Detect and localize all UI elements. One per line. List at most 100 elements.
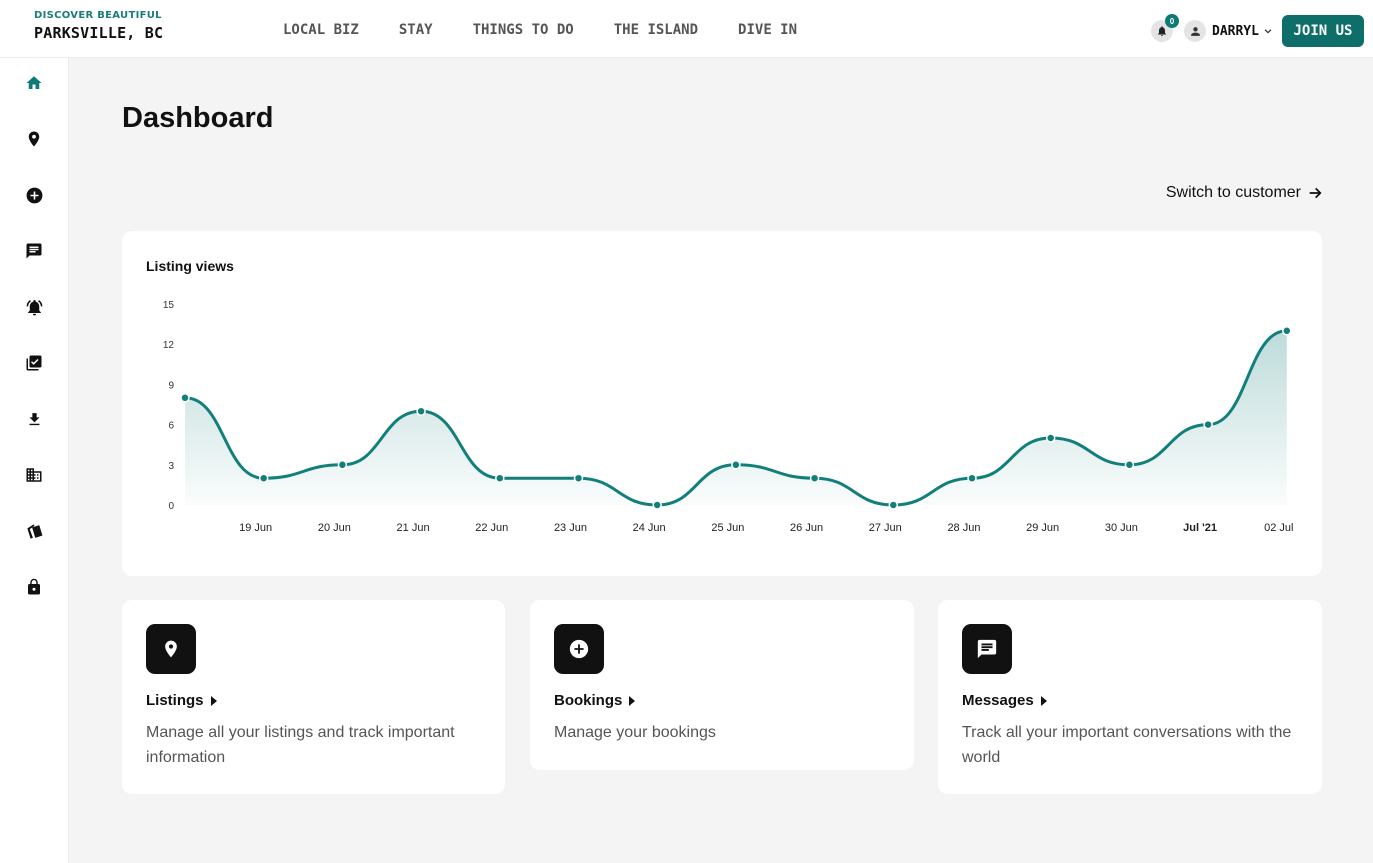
nav-things-to-do[interactable]: THINGS TO DO xyxy=(473,22,574,38)
sidebar-item-downloads[interactable] xyxy=(22,407,46,431)
x-tick-label: 30 Jun xyxy=(1105,522,1138,534)
lock-icon xyxy=(28,578,40,595)
listings-card-title[interactable]: Listings xyxy=(146,692,218,709)
chart-data-point[interactable] xyxy=(1203,419,1213,430)
listings-card-description: Manage all your listings and track impor… xyxy=(146,724,455,766)
y-tick-label: 0 xyxy=(168,501,174,512)
chart-data-point[interactable] xyxy=(809,473,820,483)
nav-the-island[interactable]: THE ISLAND xyxy=(614,22,698,38)
x-tick-label: 27 Jun xyxy=(869,522,902,534)
brand-name: PARKSVILLE, BC xyxy=(34,24,164,42)
x-tick-label: 25 Jun xyxy=(711,522,744,534)
chart-data-point[interactable] xyxy=(1045,433,1056,443)
avatar xyxy=(1184,20,1206,42)
chart-data-point[interactable] xyxy=(337,460,348,470)
x-tick-label: 02 Jul xyxy=(1264,522,1293,534)
chart-data-point[interactable] xyxy=(180,393,190,403)
x-tick-label: Jul '21 xyxy=(1183,522,1217,534)
building-icon xyxy=(26,468,42,482)
sidebar-item-tasks[interactable] xyxy=(22,351,46,375)
join-button[interactable]: JOIN US xyxy=(1282,15,1364,47)
switch-to-customer-label: Switch to customer xyxy=(1165,184,1301,201)
tickets-icon xyxy=(26,523,42,539)
chevron-down-icon xyxy=(1263,26,1273,36)
sidebar-item-alerts[interactable] xyxy=(22,295,46,319)
messages-card-title[interactable]: Messages xyxy=(962,692,1048,709)
brand-tagline: DISCOVER BEAUTIFUL xyxy=(34,10,162,21)
chart-data-point[interactable] xyxy=(1282,326,1292,336)
chart-data-point[interactable] xyxy=(731,460,741,470)
page-title: Dashboard xyxy=(122,102,274,134)
x-tick-label: 21 Jun xyxy=(397,522,430,534)
chart-data-point[interactable] xyxy=(573,473,584,483)
sidebar xyxy=(0,58,69,863)
sidebar-item-tickets[interactable] xyxy=(22,519,46,543)
sidebar-item-bookings[interactable] xyxy=(22,183,46,207)
bookings-card-title[interactable]: Bookings xyxy=(554,692,636,709)
messages-card[interactable]: Messages Track all your important conver… xyxy=(938,600,1322,794)
x-tick-label: 19 Jun xyxy=(239,522,272,534)
sidebar-item-business[interactable] xyxy=(22,463,46,487)
chat-icon xyxy=(977,639,997,659)
bell-icon xyxy=(1158,26,1166,36)
main-nav: LOCAL BIZ STAY THINGS TO DO THE ISLAND D… xyxy=(283,22,837,38)
bookings-card-title-text: Bookings xyxy=(554,692,623,709)
y-tick-label: 3 xyxy=(168,461,174,472)
listings-card-icon xyxy=(146,624,196,674)
download-icon xyxy=(29,412,39,425)
notification-count-badge: 0 xyxy=(1165,14,1179,28)
caret-right-icon xyxy=(629,695,636,706)
brand-logo[interactable]: DISCOVER BEAUTIFUL PARKSVILLE, BC xyxy=(34,10,163,42)
bookings-card[interactable]: Bookings Manage your bookings xyxy=(530,600,914,770)
sidebar-item-messages[interactable] xyxy=(22,239,46,263)
chart-data-point[interactable] xyxy=(495,473,505,483)
bookings-card-icon xyxy=(554,624,604,674)
sidebar-item-security[interactable] xyxy=(22,575,46,599)
listings-card-title-text: Listings xyxy=(146,692,204,709)
notifications-button[interactable]: 0 xyxy=(1151,14,1179,42)
messages-card-icon xyxy=(962,624,1012,674)
sidebar-item-home[interactable] xyxy=(22,71,46,95)
bookings-card-description: Manage your bookings xyxy=(554,724,716,741)
chart-data-point[interactable] xyxy=(888,500,899,510)
chart-data-point[interactable] xyxy=(652,500,662,510)
listing-views-chart: 0 3 6 9 12 15 19 Jun 20 Jun 21 Jun 22 Jun 23 Jun 24… xyxy=(163,300,1294,534)
x-tick-label: 29 Jun xyxy=(1026,522,1059,534)
chart-data-point[interactable] xyxy=(1124,460,1135,470)
y-tick-label: 12 xyxy=(163,340,175,351)
person-icon xyxy=(1190,26,1200,36)
listing-views-chart-card: Listing views 0 3 6 9 12 15 19 Jun 20 Jun 21 Jun… xyxy=(122,231,1322,576)
listings-card[interactable]: Listings Manage all your listings and tr… xyxy=(122,600,505,794)
user-menu[interactable]: DARRYL xyxy=(1184,20,1273,42)
map-pin-icon xyxy=(165,640,177,658)
y-tick-label: 9 xyxy=(168,380,174,391)
messages-card-description: Track all your important conversations w… xyxy=(962,724,1292,766)
add-circle-icon xyxy=(26,187,42,203)
messages-card-title-text: Messages xyxy=(962,692,1034,709)
arrow-right-icon xyxy=(1309,187,1322,199)
caret-right-icon xyxy=(1040,695,1047,706)
chart-data-point[interactable] xyxy=(416,406,426,416)
x-tick-label: 20 Jun xyxy=(318,522,351,534)
x-tick-label: 28 Jun xyxy=(947,522,980,534)
chat-icon xyxy=(26,243,42,259)
caret-right-icon xyxy=(210,695,217,706)
sidebar-item-listings[interactable] xyxy=(22,127,46,151)
checklist-icon xyxy=(26,355,42,371)
home-icon xyxy=(26,76,42,89)
x-tick-label: 26 Jun xyxy=(790,522,823,534)
y-tick-label: 6 xyxy=(168,421,174,432)
chart-data-point[interactable] xyxy=(258,473,269,483)
nav-local-biz[interactable]: LOCAL BIZ xyxy=(283,22,359,38)
switch-to-customer-link[interactable]: Switch to customer xyxy=(1166,184,1323,202)
y-tick-label: 15 xyxy=(163,300,175,311)
nav-stay[interactable]: STAY xyxy=(399,22,433,38)
nav-dive-in[interactable]: DIVE IN xyxy=(738,22,797,38)
chart-data-point[interactable] xyxy=(967,473,977,483)
chart-area-fill xyxy=(185,330,1287,505)
map-pin-icon xyxy=(28,131,40,147)
user-name: DARRYL xyxy=(1212,23,1259,39)
x-tick-label: 24 Jun xyxy=(633,522,666,534)
top-bar: DISCOVER BEAUTIFUL PARKSVILLE, BC LOCAL … xyxy=(0,0,1373,58)
x-tick-label: 23 Jun xyxy=(554,522,587,534)
